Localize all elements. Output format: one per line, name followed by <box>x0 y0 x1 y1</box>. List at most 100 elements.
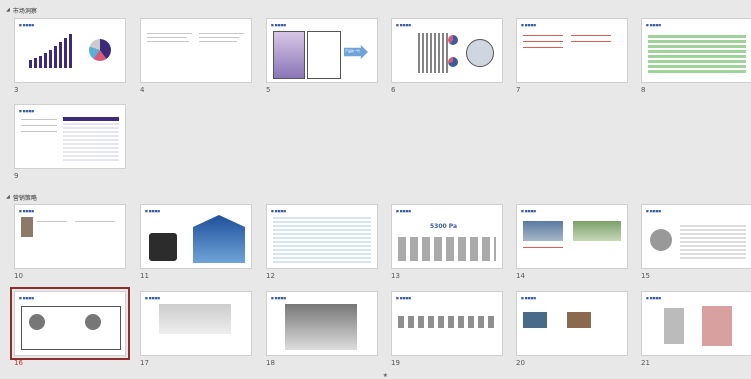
slide-thumbnail[interactable]: ■ ■■■■ 20 <box>516 291 628 368</box>
pie-chart <box>448 57 458 67</box>
slide-thumbnail[interactable]: ■ ■■■■ 21 <box>641 291 751 368</box>
slide-number: 9 <box>14 172 19 180</box>
photo <box>21 217 33 237</box>
slide-thumbnail[interactable]: ■ ■■■■ 12 <box>266 204 378 281</box>
slide-thumbnail-selected[interactable]: ■ ■■■■ 16 <box>10 287 130 368</box>
table-box <box>273 31 305 79</box>
text-line <box>147 33 192 34</box>
chart-bar <box>59 42 62 68</box>
slide-number: 4 <box>140 86 145 94</box>
slide-thumbnail[interactable]: ■ ■■■■ 3 <box>14 18 126 95</box>
text-line <box>199 41 237 42</box>
slide-title-mark: ■ ■■■■ <box>271 23 287 27</box>
text-line <box>21 119 57 120</box>
slide-number: 14 <box>516 272 525 280</box>
slide-number: 16 <box>14 359 23 367</box>
slide-preview: ■ ■■■■ <box>516 291 628 356</box>
collapse-arrow-icon[interactable]: ◢ <box>6 194 10 200</box>
product-image <box>650 229 672 251</box>
slide-thumbnail[interactable]: ■ ■■■■ 6 <box>391 18 503 95</box>
slide-number: 12 <box>266 272 275 280</box>
slide-thumbnail[interactable]: ■ ■■■■ 18 ★ <box>266 291 388 379</box>
section-header-market[interactable]: ◢ 市场洞察 <box>6 5 37 15</box>
slide-preview: ■ ■■■■ <box>14 204 126 269</box>
text-box <box>307 31 341 79</box>
text-line <box>523 47 563 48</box>
slide-thumbnail[interactable]: ■ ■■■■ 7 <box>516 18 628 95</box>
slide-title-mark: ■ ■■■■ <box>396 23 412 27</box>
slide-title-mark: ■ ■■■■ <box>19 296 35 300</box>
section-label: 营销策略 <box>12 194 37 202</box>
text-line <box>523 247 563 248</box>
slide-thumbnail[interactable]: ■ ■■■■ 15 <box>641 204 751 281</box>
slide-preview: ■ ■■■■ <box>140 291 252 356</box>
slide-preview: ■ ■■■■ 产品新一代 <box>266 18 378 83</box>
slide-number: 3 <box>14 86 19 94</box>
slide-preview: ■ ■■■■ <box>516 204 628 269</box>
slide-title-mark: ■ ■■■■ <box>271 296 287 300</box>
slide-preview: ■ ■■■■ <box>391 291 503 356</box>
product-image <box>85 314 101 330</box>
slide-thumbnail[interactable]: ■ ■■■■ 5300 Pa 13 <box>391 204 503 281</box>
slide-title-mark: ■ ■■■■ <box>145 296 161 300</box>
slide-thumbnail[interactable]: ■ ■■■■ 11 <box>140 204 252 281</box>
table-grid <box>648 33 746 73</box>
photo <box>523 221 563 241</box>
slide-preview: ■ ■■■■ <box>516 18 628 83</box>
slide-number: 21 <box>641 359 650 367</box>
slide-preview: ■ ■■■■ <box>14 18 126 83</box>
slide-preview: ■ ■■■■ <box>641 291 751 356</box>
headline-text: 5300 Pa <box>430 223 458 230</box>
slide-title-mark: ■ ■■■■ <box>19 109 35 113</box>
chart-bar <box>64 38 67 68</box>
slide-number: 15 <box>641 272 650 280</box>
slide-title-mark: ■ ■■■■ <box>19 209 35 213</box>
bar-group <box>418 33 448 73</box>
slide-number: 5 <box>266 86 271 94</box>
chart-bar <box>69 34 72 68</box>
slide-preview: ■ ■■■■ <box>391 18 503 83</box>
slide-thumbnail[interactable]: ■ ■■■■ 8 <box>641 18 751 95</box>
slide-number: 17 <box>140 359 149 367</box>
section-header-marketing[interactable]: ◢ 营销策略 <box>6 192 37 202</box>
photo <box>159 304 231 334</box>
slide-thumbnail[interactable]: ■ ■■■■ 产品新一代 5 <box>266 18 378 95</box>
product-row <box>398 237 496 261</box>
text-line <box>523 41 563 42</box>
text-line <box>21 131 57 132</box>
text-line <box>571 35 611 36</box>
slide-number: 11 <box>140 272 149 280</box>
slide-thumbnail[interactable]: ■ ■■■■ 19 <box>391 291 503 368</box>
photo <box>664 308 684 344</box>
slide-preview <box>140 18 252 83</box>
slide-preview: ■ ■■■■ <box>266 204 378 269</box>
text-line <box>523 35 563 36</box>
slide-title-mark: ■ ■■■■ <box>145 209 161 213</box>
slide-thumbnail[interactable]: ■ ■■■■ 17 <box>140 291 252 368</box>
slide-title-mark: ■ ■■■■ <box>521 296 537 300</box>
slide-number: 18 <box>266 359 275 367</box>
pie-chart <box>89 39 111 61</box>
text-line <box>571 41 611 42</box>
table-grid <box>273 217 371 263</box>
photo <box>702 306 732 346</box>
slide-thumbnail[interactable]: ■ ■■■■ 14 <box>516 204 628 281</box>
section-label: 市场洞察 <box>12 7 37 15</box>
chart-bar <box>54 46 57 68</box>
collapse-arrow-icon[interactable]: ◢ <box>6 7 10 13</box>
slide-number: 7 <box>516 86 521 94</box>
slide-preview: ■ ■■■■ <box>140 204 252 269</box>
product-circle <box>466 39 494 67</box>
slide-number: 10 <box>14 272 23 280</box>
slide-preview: ■ ■■■■ 5300 Pa <box>391 204 503 269</box>
slide-thumbnail[interactable]: 4 <box>140 18 252 95</box>
product-image <box>149 233 177 261</box>
slide-preview: ■ ■■■■ <box>10 287 130 360</box>
text-line <box>37 221 67 222</box>
pie-chart <box>448 35 458 45</box>
table-grid <box>680 223 746 259</box>
text-line <box>199 33 244 34</box>
slide-thumbnail[interactable]: ■ ■■■■ 10 <box>14 204 126 281</box>
table-header <box>63 117 119 121</box>
slide-thumbnail[interactable]: ■ ■■■■ 9 <box>14 104 126 181</box>
